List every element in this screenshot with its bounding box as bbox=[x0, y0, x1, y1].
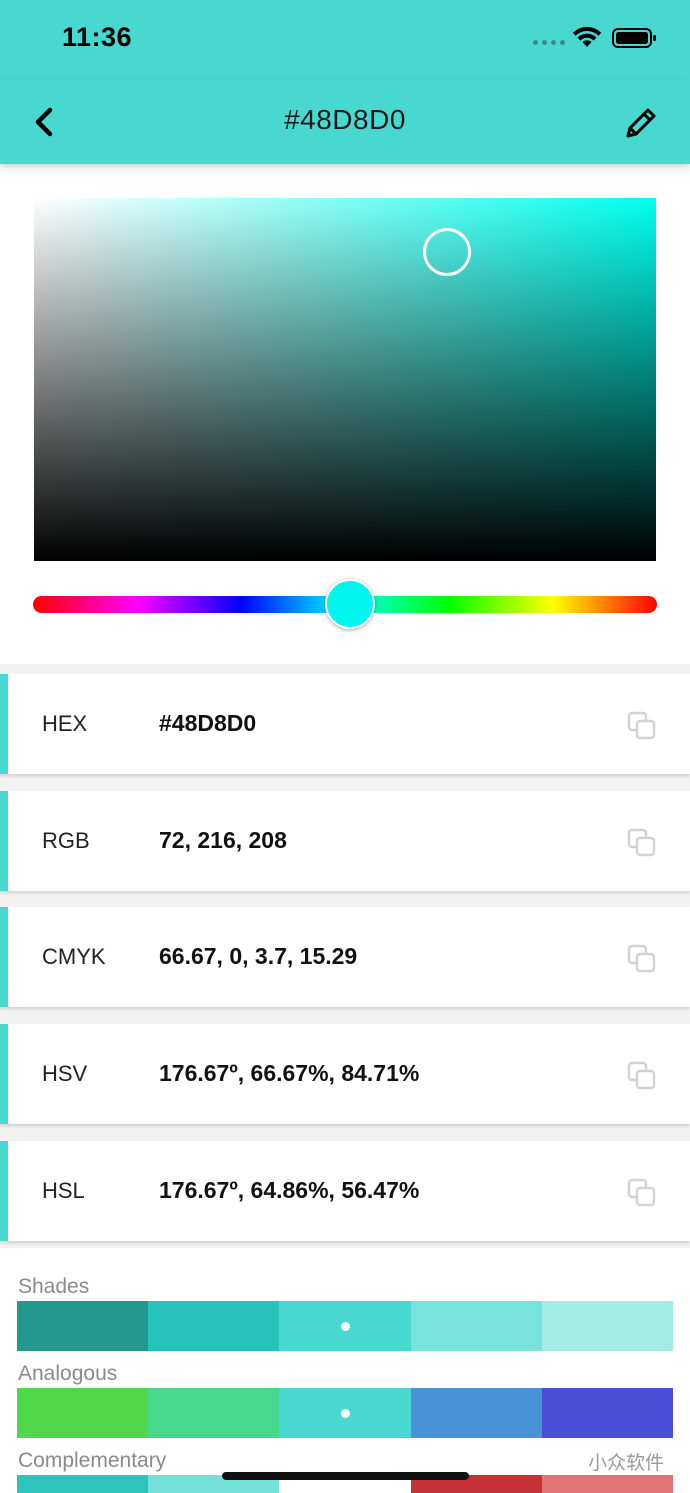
wifi-icon bbox=[572, 26, 602, 47]
saturation-value-handle[interactable] bbox=[423, 228, 471, 276]
analogous-swatch[interactable] bbox=[410, 1388, 542, 1438]
cmyk-value: 66.67, 0, 3.7, 15.29 bbox=[159, 943, 358, 969]
selected-dot-icon bbox=[340, 1321, 350, 1331]
copy-icon[interactable] bbox=[627, 944, 657, 974]
status-bar: 11:36 bbox=[0, 0, 690, 80]
shade-swatch[interactable] bbox=[541, 1301, 674, 1351]
nav-bar: #48D8D0 bbox=[0, 80, 690, 164]
selected-dot-icon bbox=[340, 1408, 350, 1418]
shade-swatch[interactable] bbox=[279, 1301, 411, 1351]
rgb-label: RGB bbox=[42, 828, 90, 853]
shade-swatch[interactable] bbox=[410, 1301, 542, 1351]
cmyk-label: CMYK bbox=[42, 944, 106, 969]
hsv-label: HSV bbox=[42, 1061, 88, 1086]
hex-row: HEX #48D8D0 bbox=[0, 674, 690, 774]
rgb-value: 72, 216, 208 bbox=[159, 827, 287, 853]
row-accent bbox=[0, 907, 8, 1007]
complementary-swatch[interactable] bbox=[17, 1475, 149, 1493]
copy-icon[interactable] bbox=[627, 828, 657, 858]
shade-swatch[interactable] bbox=[148, 1301, 280, 1351]
shades-title: Shades bbox=[18, 1275, 90, 1298]
hsl-row: HSL 176.67º, 64.86%, 56.47% bbox=[0, 1141, 690, 1241]
battery-icon bbox=[612, 28, 656, 48]
complementary-swatch[interactable] bbox=[541, 1475, 674, 1493]
analogous-title: Analogous bbox=[18, 1362, 118, 1385]
hue-slider-thumb[interactable] bbox=[325, 579, 375, 629]
rgb-row: RGB 72, 216, 208 bbox=[0, 791, 690, 891]
hex-label: HEX bbox=[42, 711, 88, 736]
color-values-list: HEX #48D8D0 RGB 72, 216, 208 CMYK 66.67,… bbox=[0, 664, 690, 1248]
analogous-swatch[interactable] bbox=[148, 1388, 280, 1438]
hex-value: #48D8D0 bbox=[159, 710, 257, 736]
complementary-title: Complementary bbox=[18, 1449, 167, 1472]
hsv-row: HSV 176.67º, 66.67%, 84.71% bbox=[0, 1024, 690, 1124]
row-accent bbox=[0, 674, 8, 774]
copy-icon[interactable] bbox=[627, 1178, 657, 1208]
hsv-value: 176.67º, 66.67%, 84.71% bbox=[159, 1060, 420, 1086]
row-accent bbox=[0, 1141, 8, 1241]
row-accent bbox=[0, 1024, 8, 1124]
analogous-palette bbox=[17, 1388, 674, 1438]
shades-palette bbox=[17, 1301, 674, 1351]
analogous-swatch[interactable] bbox=[17, 1388, 149, 1438]
status-time: 11:36 bbox=[62, 22, 133, 52]
signal-icon bbox=[533, 40, 565, 46]
shade-swatch[interactable] bbox=[17, 1301, 149, 1351]
copy-icon[interactable] bbox=[627, 1061, 657, 1091]
analogous-swatch[interactable] bbox=[541, 1388, 674, 1438]
hsl-label: HSL bbox=[42, 1178, 85, 1203]
row-accent bbox=[0, 791, 8, 891]
home-indicator[interactable] bbox=[222, 1472, 469, 1480]
watermark-text: 小众软件 bbox=[588, 1453, 665, 1474]
edit-pencil-icon[interactable] bbox=[620, 104, 660, 144]
cmyk-row: CMYK 66.67, 0, 3.7, 15.29 bbox=[0, 907, 690, 1007]
hsl-value: 176.67º, 64.86%, 56.47% bbox=[159, 1177, 420, 1203]
analogous-swatch[interactable] bbox=[279, 1388, 411, 1438]
copy-icon[interactable] bbox=[627, 711, 657, 741]
page-title: #48D8D0 bbox=[284, 104, 406, 135]
saturation-value-picker[interactable] bbox=[34, 198, 656, 561]
